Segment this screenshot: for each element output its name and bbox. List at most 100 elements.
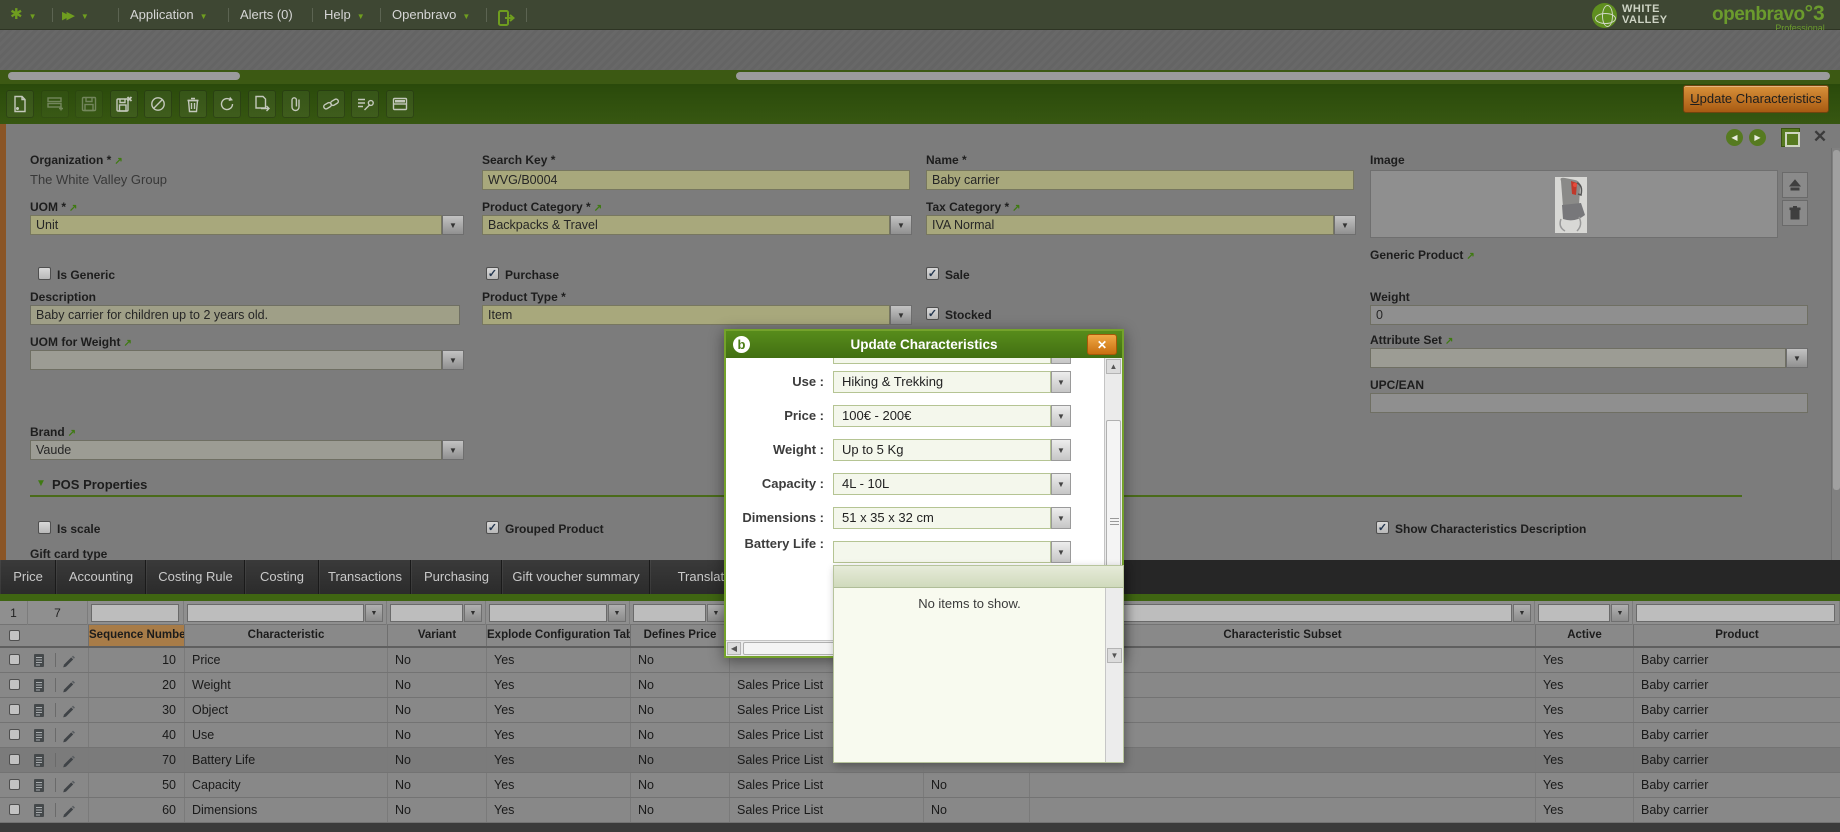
- chevron-down-icon[interactable]: ▼: [1051, 439, 1071, 461]
- subtab-purchasing[interactable]: Purchasing: [411, 560, 502, 594]
- image-upload-button[interactable]: [1782, 172, 1808, 198]
- grouped-product-checkbox[interactable]: ✓: [486, 521, 499, 534]
- price-select[interactable]: 100€ - 200€: [833, 405, 1051, 427]
- subtab-price[interactable]: Price: [0, 560, 56, 594]
- upc-ean-field[interactable]: [1370, 393, 1808, 413]
- chevron-down-icon[interactable]: ▼: [1051, 371, 1071, 393]
- link-icon[interactable]: ↗: [68, 428, 76, 439]
- weight-field[interactable]: 0: [1370, 305, 1808, 325]
- show-characteristics-description-checkbox[interactable]: ✓: [1376, 521, 1389, 534]
- filter-dropdown-icon[interactable]: ▼: [365, 604, 383, 622]
- filter-dropdown-icon[interactable]: ▼: [464, 604, 482, 622]
- scroll-left-icon[interactable]: ◀: [727, 642, 741, 655]
- column-header-seq[interactable]: Sequence Number: [88, 625, 184, 646]
- select-all-checkbox[interactable]: [9, 630, 20, 641]
- row-checkbox[interactable]: [9, 679, 20, 690]
- filter-dropdown-icon[interactable]: ▼: [707, 604, 725, 622]
- scroll-up-icon[interactable]: ▲: [1106, 359, 1121, 374]
- picklist-scrollbar[interactable]: ▼: [1105, 588, 1123, 762]
- chevron-down-icon[interactable]: ▼: [1051, 473, 1071, 495]
- use-select[interactable]: Hiking & Trekking: [833, 371, 1051, 393]
- column-header-characteristic[interactable]: Characteristic: [184, 625, 387, 646]
- previous-record-icon[interactable]: ◀: [1726, 129, 1743, 146]
- link-icon[interactable]: ↗: [1445, 336, 1453, 347]
- filter-input-explode[interactable]: [489, 604, 607, 622]
- filter-dropdown-icon[interactable]: ▼: [1611, 604, 1629, 622]
- product-category-select[interactable]: Backpacks & Travel▼: [482, 215, 912, 235]
- brand-select[interactable]: Vaude▼: [30, 440, 464, 460]
- sale-checkbox[interactable]: ✓: [926, 267, 939, 280]
- link-icon[interactable]: ↗: [114, 156, 122, 167]
- filter-input-defines_price[interactable]: [633, 604, 706, 622]
- menu-openbravo[interactable]: Openbravo▼: [392, 0, 470, 30]
- filter-dropdown-icon[interactable]: ▼: [1513, 604, 1531, 622]
- column-header-variant[interactable]: Variant: [387, 625, 486, 646]
- row-checkbox[interactable]: [9, 704, 20, 715]
- fast-forward-icon[interactable]: ▶▶▼: [62, 0, 89, 30]
- link-icon[interactable]: ↗: [123, 338, 131, 349]
- filter-dropdown-icon[interactable]: ▼: [608, 604, 626, 622]
- chevron-down-icon[interactable]: ▼: [1334, 215, 1356, 235]
- link-icon[interactable]: ↗: [1012, 203, 1020, 214]
- toolbar-delete-button[interactable]: [179, 90, 207, 118]
- chevron-down-icon[interactable]: ▼: [1786, 348, 1808, 368]
- subtab-accounting[interactable]: Accounting: [56, 560, 146, 594]
- battery-life-select[interactable]: [833, 541, 1051, 563]
- row-checkbox[interactable]: [9, 779, 20, 790]
- filter-input-variant[interactable]: [390, 604, 463, 622]
- is-scale-checkbox[interactable]: [38, 521, 51, 534]
- weight-select[interactable]: Up to 5 Kg: [833, 439, 1051, 461]
- toolbar-new-row-button[interactable]: [41, 90, 69, 118]
- maximize-view-icon[interactable]: [1781, 128, 1800, 147]
- filter-input-seq[interactable]: [91, 604, 179, 622]
- uom-select[interactable]: Unit▼: [30, 215, 464, 235]
- toolbar-link-button[interactable]: [317, 90, 345, 118]
- filter-input-characteristic[interactable]: [187, 604, 364, 622]
- filter-input-active[interactable]: [1538, 604, 1610, 622]
- link-icon[interactable]: ↗: [594, 203, 602, 214]
- scrollbar-thumb[interactable]: [1833, 150, 1840, 490]
- chevron-down-icon[interactable]: ▼: [1051, 507, 1071, 529]
- capacity-select[interactable]: 4L - 10L: [833, 473, 1051, 495]
- bookmark-star-icon[interactable]: ✱▼: [10, 0, 37, 30]
- tax-category-select[interactable]: IVA Normal▼: [926, 215, 1356, 235]
- description-field[interactable]: Baby carrier for children up to 2 years …: [30, 305, 460, 325]
- chevron-down-icon[interactable]: ▼: [890, 305, 912, 325]
- product-type-select[interactable]: Item▼: [482, 305, 912, 325]
- grid-row-capacity[interactable]: 50CapacityNoYesNoSales Price ListNoYesBa…: [0, 773, 1840, 798]
- column-header-active[interactable]: Active: [1535, 625, 1633, 646]
- grid-row-dimensions[interactable]: 60DimensionsNoYesNoSales Price ListNoYes…: [0, 798, 1840, 823]
- chevron-down-icon[interactable]: ▼: [890, 215, 912, 235]
- chevron-down-icon[interactable]: ▼: [442, 215, 464, 235]
- subtab-gift-voucher-summary[interactable]: Gift voucher summary: [502, 560, 650, 594]
- row-checkbox[interactable]: [9, 729, 20, 740]
- dialog-close-icon[interactable]: ✕: [1087, 334, 1117, 355]
- toolbar-cancel-button[interactable]: [144, 90, 172, 118]
- chevron-down-icon[interactable]: ▼: [442, 440, 464, 460]
- column-header-product[interactable]: Product: [1633, 625, 1840, 646]
- menu-help[interactable]: Help▼: [324, 0, 365, 30]
- subtab-costing[interactable]: Costing: [245, 560, 319, 594]
- menu-alerts[interactable]: Alerts (0): [240, 0, 293, 30]
- purchase-checkbox[interactable]: ✓: [486, 267, 499, 280]
- toolbar-save-close-button[interactable]: [110, 90, 138, 118]
- filter-input-product[interactable]: [1636, 604, 1835, 622]
- attribute-set-select[interactable]: ▼: [1370, 348, 1808, 368]
- section-collapse-icon[interactable]: ▼: [36, 478, 46, 489]
- uom-for-weight-select[interactable]: ▼: [30, 350, 464, 370]
- pos-properties-section-label[interactable]: POS Properties: [52, 477, 147, 492]
- update-characteristics-button[interactable]: Update Characteristics: [1683, 85, 1829, 113]
- logout-icon[interactable]: [498, 7, 515, 23]
- dimensions-select[interactable]: 51 x 35 x 32 cm: [833, 507, 1051, 529]
- link-icon[interactable]: ↗: [1466, 251, 1474, 262]
- toolbar-save-button[interactable]: [75, 90, 103, 118]
- next-record-icon[interactable]: ▶: [1749, 129, 1766, 146]
- image-delete-button[interactable]: [1782, 200, 1808, 226]
- row-checkbox[interactable]: [9, 804, 20, 815]
- chevron-down-icon[interactable]: ▼: [1051, 358, 1071, 364]
- toolbar-export-button[interactable]: [248, 90, 276, 118]
- column-header-defines_price[interactable]: Defines Price: [630, 625, 729, 646]
- toolbar-grid-view-button[interactable]: [386, 90, 414, 118]
- name-field[interactable]: Baby carrier: [926, 170, 1354, 190]
- search-key-field[interactable]: WVG/B0004: [482, 170, 910, 190]
